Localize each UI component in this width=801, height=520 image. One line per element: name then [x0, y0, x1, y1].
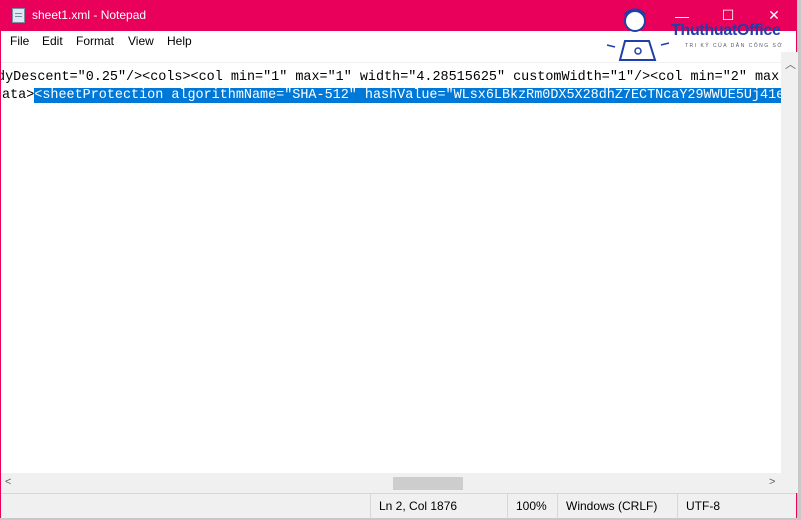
horizontal-scrollbar[interactable]: < > — [1, 473, 781, 493]
title-bar[interactable]: sheet1.xml - Notepad — ☐ ✕ — [1, 0, 796, 31]
line-text: ata> — [2, 88, 35, 103]
menu-help[interactable]: Help — [167, 34, 192, 48]
close-button[interactable]: ✕ — [751, 0, 797, 31]
menu-edit[interactable]: Edit — [42, 34, 63, 48]
notepad-icon — [12, 8, 25, 23]
scroll-left-icon[interactable]: < — [5, 476, 11, 488]
status-position: Ln 2, Col 1876 — [370, 494, 507, 518]
menu-view[interactable]: View — [128, 34, 154, 48]
maximize-button[interactable]: ☐ — [705, 0, 751, 31]
text-editor[interactable]: dyDescent="0.25"/><cols><col min="1" max… — [1, 62, 781, 474]
scrollbar-corner — [781, 473, 798, 493]
status-encoding: UTF-8 — [677, 494, 797, 518]
window-title: sheet1.xml - Notepad — [32, 8, 147, 22]
notepad-window: sheet1.xml - Notepad — ☐ ✕ File Edit For… — [0, 0, 798, 518]
menu-format[interactable]: Format — [76, 34, 114, 48]
status-bar: Ln 2, Col 1876 100% Windows (CRLF) UTF-8 — [1, 493, 796, 518]
text-line: dyDescent="0.25"/><cols><col min="1" max… — [1, 69, 779, 87]
vertical-scrollbar[interactable]: ︿ — [781, 52, 798, 473]
menu-file[interactable]: File — [10, 34, 29, 48]
menu-bar: File Edit Format View Help — [1, 31, 796, 52]
horizontal-scroll-thumb[interactable] — [393, 477, 463, 490]
status-zoom: 100% — [507, 494, 557, 518]
minimize-button[interactable]: — — [659, 0, 705, 31]
scroll-right-icon[interactable]: > — [769, 476, 775, 488]
text-line: ata><sheetProtection algorithmName="SHA-… — [2, 87, 781, 105]
line-text: dyDescent="0.25"/><cols><col min="1" max… — [1, 70, 780, 85]
selected-text[interactable]: <sheetProtection algorithmName="SHA-512"… — [34, 88, 781, 103]
status-line-ending: Windows (CRLF) — [557, 494, 677, 518]
scroll-up-icon[interactable]: ︿ — [785, 56, 796, 72]
